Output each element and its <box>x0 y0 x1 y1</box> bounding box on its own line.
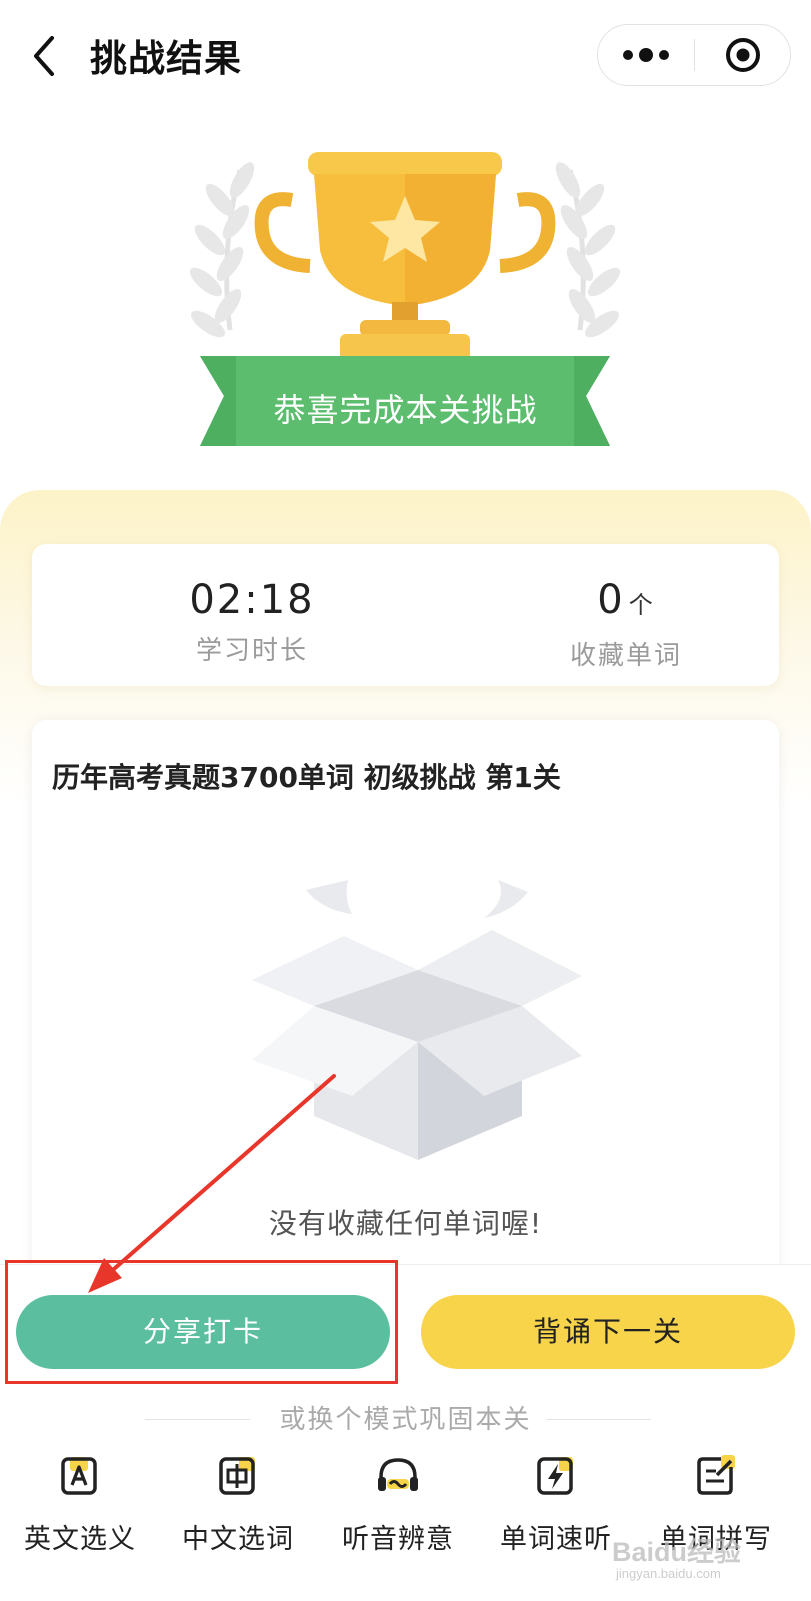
collected-value: 0 <box>597 577 625 623</box>
next-level-button[interactable]: 背诵下一关 <box>421 1295 795 1369</box>
level-title: 历年高考真题3700单词 初级挑战 第1关 <box>52 761 561 794</box>
empty-message: 没有收藏任何单词喔! <box>268 1207 543 1240</box>
chevron-left-icon <box>34 36 54 76</box>
collected-words-card: 历年高考真题3700单词 初级挑战 第1关 没有收藏任何单词喔! <box>32 720 779 1280</box>
mode-label: 英文选义 <box>24 1524 136 1555</box>
pencil-note-icon <box>697 1455 735 1495</box>
mode-listen-meaning[interactable]: 听音辨意 <box>318 1451 478 1571</box>
ribbon-text: 恭喜完成本关挑战 <box>273 391 538 429</box>
laurel-right-icon <box>555 162 621 338</box>
chinese-char-icon <box>219 1457 255 1495</box>
share-checkin-button[interactable]: 分享打卡 <box>16 1295 390 1369</box>
baidu-watermark: Baidu经验 <box>612 1537 742 1567</box>
back-button[interactable] <box>26 30 66 82</box>
collected-label: 收藏单词 <box>569 641 682 671</box>
collected-value-row: 0个 <box>476 578 776 627</box>
collected-unit: 个 <box>628 591 655 619</box>
empty-box-icon <box>252 880 582 1160</box>
duration-label: 学习时长 <box>195 636 308 666</box>
lightning-icon <box>537 1457 573 1495</box>
mode-chinese-word[interactable]: 中文选词 <box>158 1451 318 1571</box>
nav-header: 挑战结果 <box>0 0 811 110</box>
divider-line-right <box>546 1419 651 1420</box>
laurel-left-icon <box>189 162 255 338</box>
headphones-icon <box>378 1458 418 1491</box>
duration-value: 02:18 <box>189 577 315 623</box>
stats-card: 02:18 学习时长 0个 收藏单词 <box>32 544 779 686</box>
mode-label: 中文选词 <box>182 1524 294 1555</box>
stat-collected-words: 0个 收藏单词 <box>476 578 776 672</box>
page-title: 挑战结果 <box>90 37 242 80</box>
mode-english-meaning[interactable]: 英文选义 <box>0 1451 160 1571</box>
letter-a-icon <box>61 1457 97 1495</box>
trophy-icon <box>254 152 556 360</box>
mini-program-capsule <box>597 24 791 86</box>
more-button[interactable] <box>598 25 694 85</box>
mode-divider-text: 或换个模式巩固本关 <box>279 1405 532 1435</box>
stat-duration: 02:18 学习时长 <box>102 578 402 667</box>
mode-divider: 或换个模式巩固本关 <box>0 1399 811 1439</box>
close-mini-program-button[interactable] <box>695 25 791 85</box>
more-dots-icon <box>623 48 669 62</box>
mode-label: 听音辨意 <box>342 1524 454 1555</box>
baidu-watermark-url: jingyan.baidu.com <box>616 1566 721 1581</box>
target-close-icon <box>726 38 760 72</box>
